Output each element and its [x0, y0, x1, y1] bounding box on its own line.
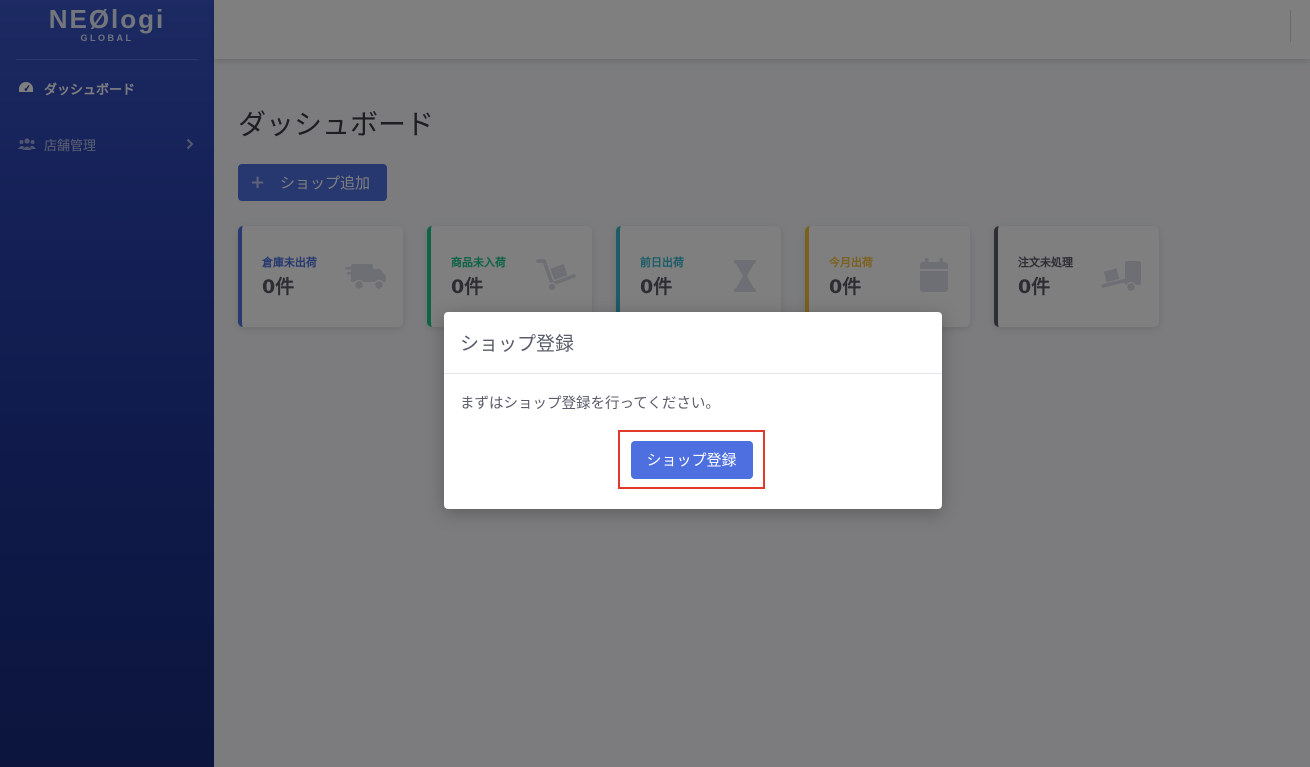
modal-title: ショップ登録 — [460, 333, 575, 355]
highlight-box: ショップ登録 — [618, 430, 765, 489]
modal-message: まずはショップ登録を行ってください。 — [460, 396, 720, 412]
modal-header: ショップ登録 — [444, 312, 942, 374]
app: NEØlogi GLOBAL ダッシュボード — [0, 0, 1310, 767]
shop-register-button[interactable]: ショップ登録 — [630, 440, 753, 479]
shop-registration-modal: ショップ登録 まずはショップ登録を行ってください。 ショップ登録 — [444, 312, 942, 509]
modal-body: まずはショップ登録を行ってください。 — [444, 374, 942, 431]
